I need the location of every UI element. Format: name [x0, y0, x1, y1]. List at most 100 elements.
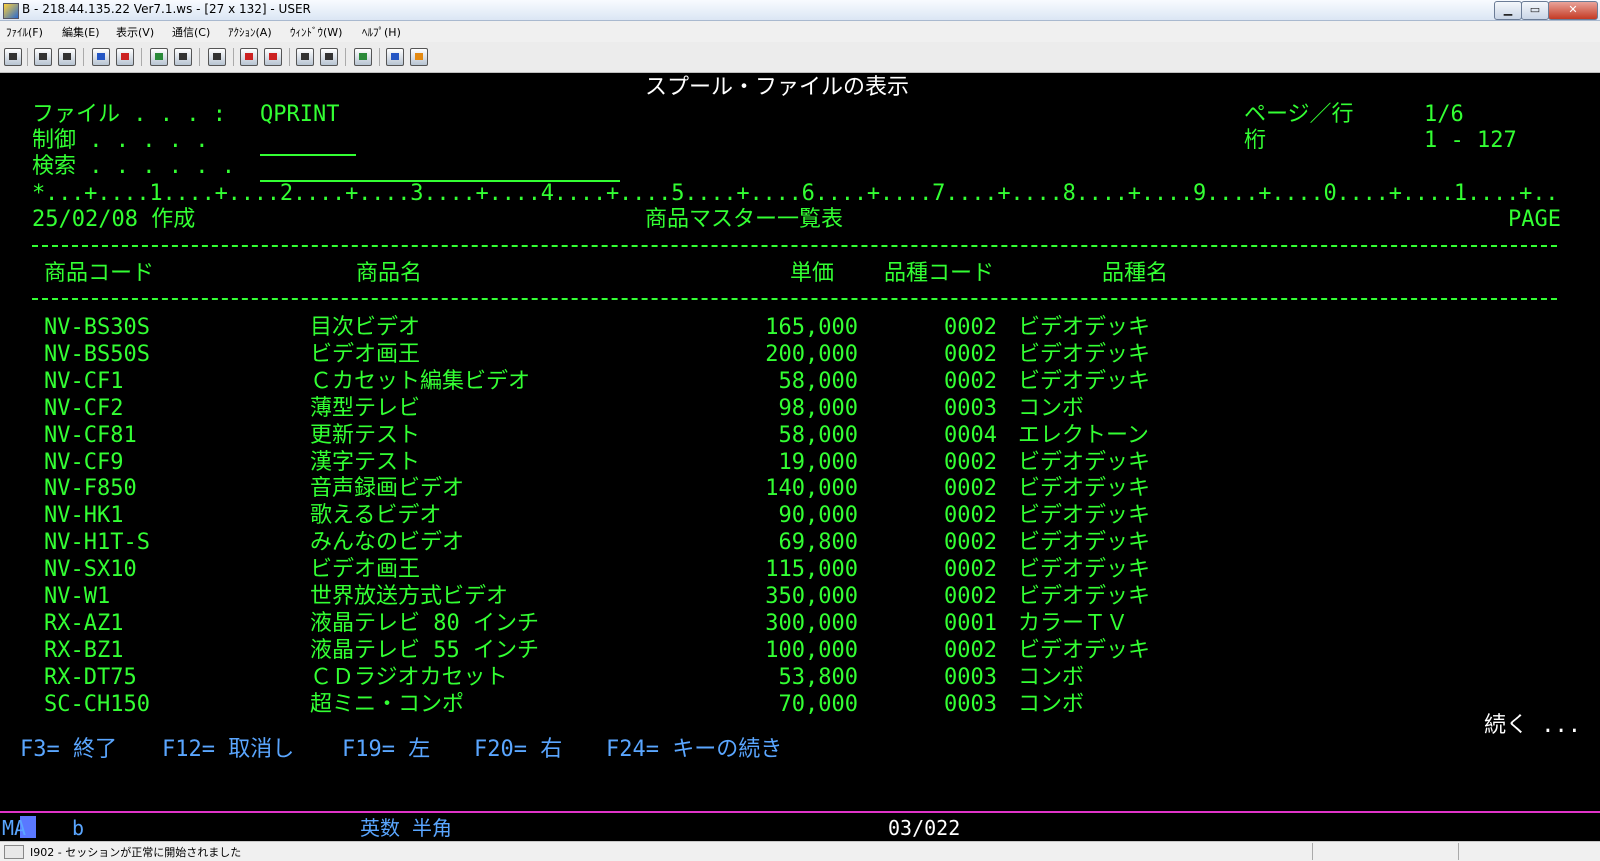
menu-action[interactable]: ｱｸｼｮﾝ(A): [228, 24, 272, 40]
row-type-name: エレクトーン: [1018, 422, 1149, 448]
header-rule-bottom: [32, 298, 1557, 300]
row-code: RX-AZ1: [44, 610, 124, 636]
row-price: 58,000: [778, 422, 858, 448]
row-type-code: 0004: [944, 422, 997, 448]
window-title-bar[interactable]: B - 218.44.135.22 Ver7.1.ws - [27 x 132]…: [0, 0, 1600, 21]
app-icon[interactable]: [3, 3, 19, 19]
row-type-name: コンボ: [1018, 691, 1085, 717]
row-code: NV-CF1: [44, 368, 124, 394]
menu-file[interactable]: ﾌｧｲﾙ(F): [6, 24, 43, 40]
display-icon[interactable]: [150, 48, 168, 66]
transfer2-icon[interactable]: [320, 48, 338, 66]
row-type-name: ビデオデッキ: [1018, 315, 1151, 340]
header-name: 商品名: [356, 261, 423, 286]
menu-bar: ﾌｧｲﾙ(F) 編集(E) 表示(V) 通信(C) ｱｸｼｮﾝ(A) ｳｨﾝﾄﾞ…: [0, 21, 1600, 42]
row-name: 音声録画ビデオ: [310, 476, 465, 502]
report-page: PAGE: [1508, 207, 1561, 232]
header-type-code: 品種コード: [884, 261, 995, 286]
row-type-code: 0003: [944, 664, 997, 690]
row-price: 140,000: [765, 476, 858, 502]
display2-icon[interactable]: [174, 48, 192, 66]
row-type-name: ビデオデッキ: [1018, 503, 1151, 529]
row-code: NV-SX10: [44, 557, 137, 583]
row-price: 350,000: [765, 584, 858, 609]
maximize-button[interactable]: ▭: [1521, 1, 1549, 20]
row-type-code: 0002: [944, 449, 997, 475]
row-type-name: カラーＴＶ: [1018, 610, 1129, 636]
row-type-code: 0003: [944, 395, 997, 421]
receive-icon[interactable]: [116, 48, 134, 66]
report-title: 商品マスター一覧表: [645, 207, 844, 232]
record-icon[interactable]: [240, 48, 258, 66]
row-name: 歌えるビデオ: [310, 503, 442, 529]
row-name: 液晶テレビ 55 インチ: [310, 637, 539, 663]
status-bar: I902 - セッションが正常に開始されました: [0, 841, 1600, 861]
file-value: QPRINT: [260, 102, 340, 127]
row-name: ビデオ画王: [310, 557, 421, 583]
search-label: 検索 . . . . . .: [32, 154, 235, 179]
row-type-name: ビデオデッキ: [1018, 449, 1151, 475]
oia-cursor-position: 03/022: [888, 816, 961, 840]
row-type-name: ビデオデッキ: [1018, 584, 1151, 609]
header-code: 商品コード: [44, 261, 155, 286]
header-rule-top: [32, 245, 1557, 247]
clipboard-icon[interactable]: [354, 48, 372, 66]
report-date: 25/02/08 作成: [32, 207, 196, 232]
more-indicator: 続く ...: [1484, 713, 1581, 738]
column-label: 桁: [1244, 128, 1267, 153]
fkey-f12[interactable]: F12= 取消し: [162, 737, 294, 763]
row-price: 300,000: [765, 610, 858, 636]
menu-communication[interactable]: 通信(C): [172, 24, 210, 40]
minimize-button[interactable]: ▁: [1494, 1, 1522, 20]
menu-view[interactable]: 表示(V): [116, 24, 154, 40]
row-price: 165,000: [765, 315, 858, 340]
row-code: NV-F850: [44, 476, 137, 502]
paste-icon[interactable]: [58, 48, 76, 66]
toolbar: [0, 42, 1600, 73]
header-type-name: 品種名: [1102, 261, 1169, 286]
macro-icon[interactable]: [208, 48, 226, 66]
column-ruler: *...+....1....+....2....+....3....+....4…: [32, 181, 1557, 206]
row-code: SC-CH150: [44, 691, 150, 717]
row-type-code: 0002: [944, 584, 997, 609]
row-type-code: 0002: [944, 368, 997, 394]
edit-icon[interactable]: [410, 48, 428, 66]
operator-info-area: MA b 英数 半角 03/022: [0, 813, 1600, 841]
column-value: 1 - 127: [1424, 128, 1517, 153]
status-message: I902 - セッションが正常に開始されました: [30, 846, 242, 859]
menu-help[interactable]: ﾍﾙﾌﾟ(H): [362, 24, 401, 40]
row-type-code: 0002: [944, 637, 997, 663]
row-type-code: 0003: [944, 691, 997, 717]
terminal-screen[interactable]: スプール・ファイルの表示 ファイル . . . : QPRINT ページ／行 1…: [0, 73, 1600, 813]
close-button[interactable]: ✕: [1548, 1, 1598, 20]
row-price: 58,000: [778, 368, 858, 394]
row-type-name: コンボ: [1018, 664, 1085, 690]
row-type-code: 0002: [944, 503, 997, 529]
row-type-name: ビデオデッキ: [1018, 637, 1151, 663]
row-price: 69,800: [778, 530, 858, 556]
fkey-f20[interactable]: F20= 右: [474, 737, 562, 763]
fkey-f24[interactable]: F24= キーの続き: [606, 737, 782, 763]
row-type-name: コンボ: [1018, 395, 1085, 421]
globe-icon[interactable]: [386, 48, 404, 66]
screen-title: スプール・ファイルの表示: [645, 75, 910, 100]
row-code: NV-BS50S: [44, 341, 150, 367]
control-input[interactable]: [260, 154, 356, 156]
row-name: 更新テスト: [310, 422, 421, 448]
transfer-icon[interactable]: [296, 48, 314, 66]
row-type-name: ビデオデッキ: [1018, 476, 1151, 502]
play-icon[interactable]: [264, 48, 282, 66]
oia-indicator: b: [72, 816, 85, 840]
fkey-f19[interactable]: F19= 左: [342, 737, 430, 763]
row-name: 目次ビデオ: [310, 315, 421, 340]
send-icon[interactable]: [92, 48, 110, 66]
copy-icon[interactable]: [34, 48, 52, 66]
row-code: RX-BZ1: [44, 637, 124, 663]
menu-window[interactable]: ｳｨﾝﾄﾞｳ(W): [290, 24, 342, 40]
control-label: 制御 . . . . .: [32, 128, 209, 153]
row-code: NV-W1: [44, 584, 111, 609]
row-type-name: ビデオデッキ: [1018, 341, 1151, 367]
menu-edit[interactable]: 編集(E): [62, 24, 100, 40]
print-screen-icon[interactable]: [4, 48, 22, 66]
fkey-f3[interactable]: F3= 終了: [20, 737, 117, 763]
